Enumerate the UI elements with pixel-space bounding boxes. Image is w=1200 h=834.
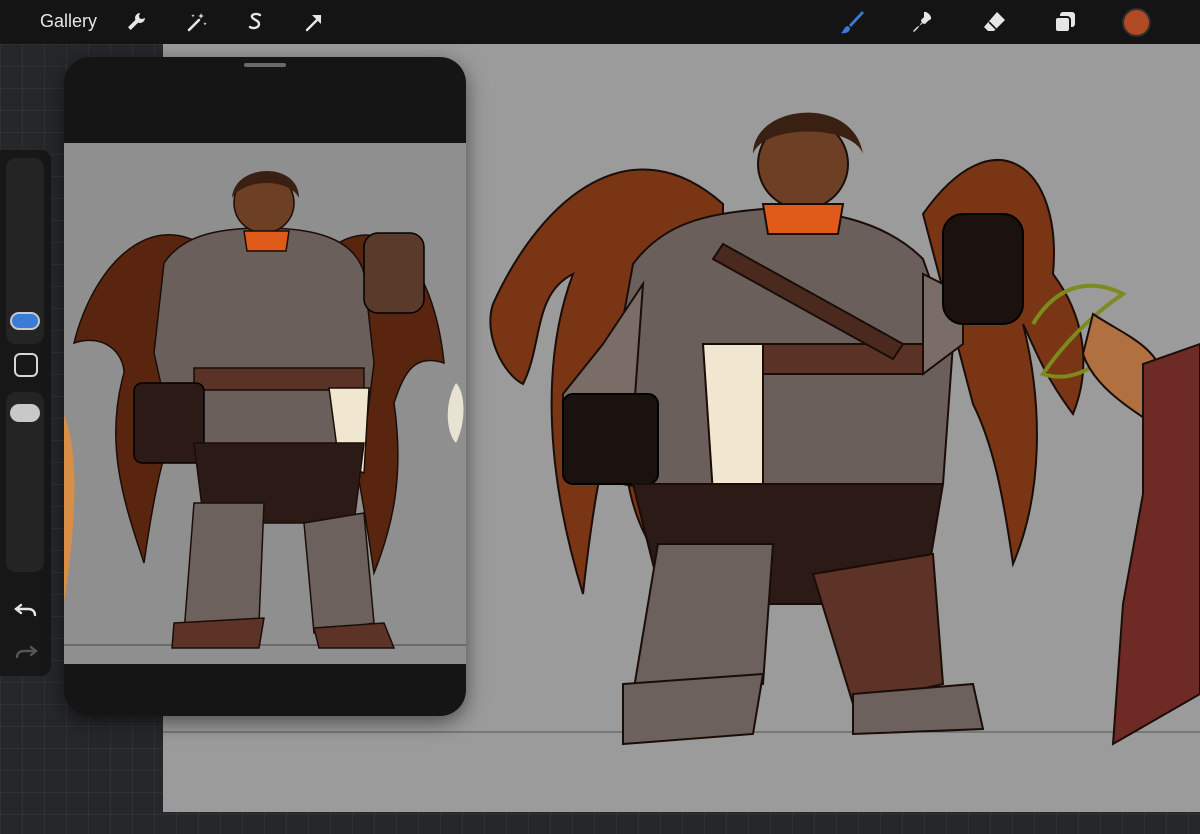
- gallery-button[interactable]: Gallery: [40, 11, 97, 32]
- right-leg: [811, 552, 945, 706]
- brush-icon[interactable]: [838, 8, 866, 36]
- left-boot: [622, 672, 765, 746]
- eraser-icon[interactable]: [980, 8, 1008, 36]
- reference-window-handle[interactable]: [244, 63, 286, 67]
- wrench-icon[interactable]: [122, 8, 150, 36]
- brush-size-handle[interactable]: [10, 312, 40, 330]
- brush-size-slider[interactable]: [6, 158, 44, 344]
- redo-icon[interactable]: [13, 638, 39, 664]
- transform-arrow-icon[interactable]: [300, 8, 328, 36]
- sash: [701, 343, 764, 506]
- opacity-slider[interactable]: [6, 392, 44, 572]
- top-toolbar: Gallery: [0, 0, 1200, 44]
- left-gauntlet: [562, 393, 659, 485]
- left-leg: [631, 543, 775, 696]
- color-swatch-button[interactable]: [1122, 8, 1151, 37]
- left-sidebar: [0, 150, 51, 676]
- selection-s-icon[interactable]: [241, 8, 269, 36]
- reference-image: [64, 143, 466, 664]
- right-fist: [942, 213, 1024, 325]
- undo-icon[interactable]: [13, 596, 39, 622]
- modify-button[interactable]: [14, 353, 38, 377]
- right-boot: [852, 682, 985, 736]
- reference-window[interactable]: [64, 57, 466, 716]
- magic-wand-icon[interactable]: [182, 8, 210, 36]
- reference-artwork: [64, 170, 466, 649]
- smudge-icon[interactable]: [909, 8, 937, 36]
- layers-icon[interactable]: [1051, 8, 1079, 36]
- scarf: [761, 203, 845, 235]
- opacity-handle[interactable]: [10, 404, 40, 422]
